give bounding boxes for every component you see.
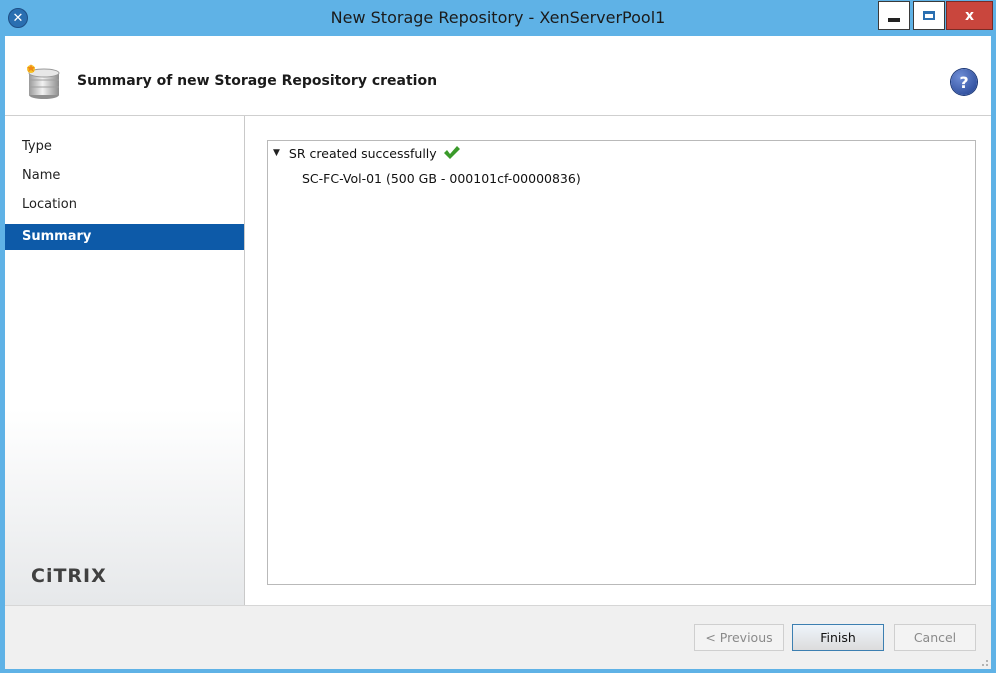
sr-detail-text: SC-FC-Vol-01 (500 GB - 000101cf-00000836… xyxy=(302,171,581,186)
finish-button[interactable]: Finish xyxy=(792,624,884,651)
close-icon: x xyxy=(964,7,975,24)
close-button[interactable]: x xyxy=(946,1,993,30)
cancel-button[interactable]: Cancel xyxy=(894,624,976,651)
sidebar-item-location[interactable]: Location xyxy=(5,192,244,218)
minimize-button[interactable] xyxy=(878,1,910,30)
help-icon[interactable]: ? xyxy=(951,69,977,95)
citrix-logo: CiTRIX xyxy=(31,565,107,587)
wizard-window: ✕ New Storage Repository - XenServerPool… xyxy=(0,0,996,673)
wizard-steps-sidebar: Type Name Location Summary CiTRIX xyxy=(5,116,245,605)
title-bar[interactable]: ✕ New Storage Repository - XenServerPool… xyxy=(0,0,996,36)
summary-status-text: SR created successfully xyxy=(288,145,437,161)
summary-panel: ▼ SR created successfully SC-FC-Vol-01 (… xyxy=(267,140,976,585)
sidebar-item-type[interactable]: Type xyxy=(5,134,244,160)
storage-disk-icon xyxy=(27,64,60,99)
maximize-icon xyxy=(923,11,935,20)
wizard-client-area: Summary of new Storage Repository creati… xyxy=(5,36,991,669)
sidebar-item-summary[interactable]: Summary xyxy=(5,224,244,250)
checkmark-icon xyxy=(443,146,460,159)
resize-grip-icon[interactable] xyxy=(979,657,989,667)
collapse-triangle-icon[interactable]: ▼ xyxy=(273,148,280,158)
page-title: Summary of new Storage Repository creati… xyxy=(77,73,438,89)
window-title: New Storage Repository - XenServerPool1 xyxy=(330,8,666,27)
wizard-footer: < Previous Finish Cancel xyxy=(5,605,991,669)
minimize-icon xyxy=(888,17,900,22)
summary-tree-node[interactable]: ▼ SR created successfully xyxy=(273,145,461,161)
previous-button[interactable]: < Previous xyxy=(694,624,784,651)
sidebar-item-name[interactable]: Name xyxy=(5,163,244,189)
maximize-button[interactable] xyxy=(913,1,945,30)
wizard-header: Summary of new Storage Repository creati… xyxy=(5,36,991,116)
